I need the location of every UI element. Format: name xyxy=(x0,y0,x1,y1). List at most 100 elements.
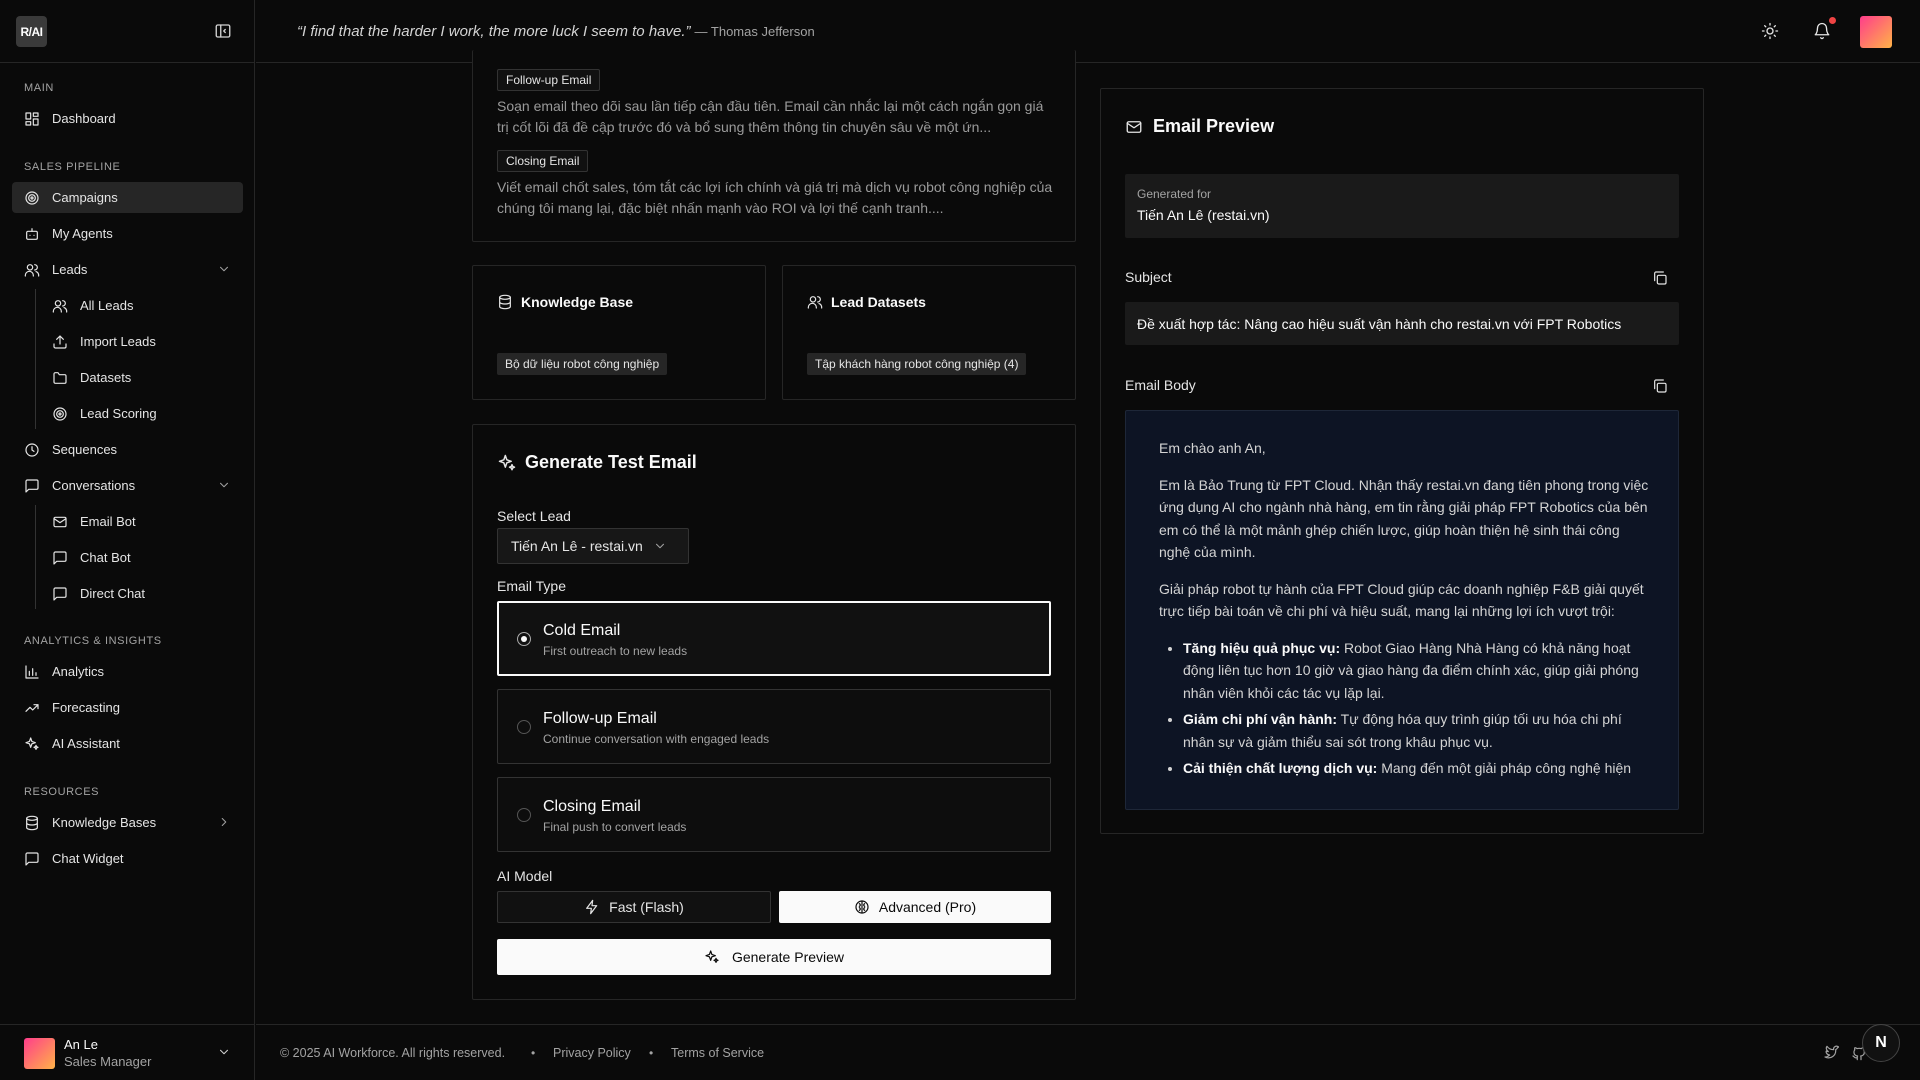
sidebar-item-analytics[interactable]: Analytics xyxy=(12,656,243,687)
avatar xyxy=(24,1038,55,1069)
sidebar-item-dashboard[interactable]: Dashboard xyxy=(12,103,243,134)
button-label: Generate Preview xyxy=(731,949,845,965)
lead-datasets-chip: Tập khách hàng robot công nghiệp (4) xyxy=(807,353,1027,375)
sidebar-item-my-agents[interactable]: My Agents xyxy=(12,218,243,249)
model-advanced-button[interactable]: Advanced (Pro) xyxy=(779,891,1051,923)
sidebar-item-datasets[interactable]: Datasets xyxy=(40,362,243,393)
template-followup-tag[interactable]: Follow-up Email xyxy=(497,69,601,91)
user-menu[interactable]: An Le Sales Manager xyxy=(0,1024,255,1080)
sidebar-item-all-leads[interactable]: All Leads xyxy=(40,290,243,321)
subject-value: Đề xuất hợp tác: Nâng cao hiệu suất vận … xyxy=(1137,315,1622,332)
email-greeting: Em chào anh An, xyxy=(1159,440,1266,456)
copy-icon[interactable] xyxy=(1652,378,1668,394)
user-role: Sales Manager xyxy=(64,1054,152,1069)
option-title: Cold Email xyxy=(543,622,621,639)
chevron-right-icon xyxy=(217,815,231,829)
sidebar-item-leads[interactable]: Leads xyxy=(12,254,243,285)
bar-chart-icon xyxy=(24,664,40,680)
generated-for-value: Tiến An Lê (restai.vn) xyxy=(1137,207,1270,223)
copy-icon[interactable] xyxy=(1652,270,1668,286)
sidebar-item-lead-scoring[interactable]: Lead Scoring xyxy=(40,398,243,429)
sidebar-item-label: My Agents xyxy=(52,226,113,241)
sidebar-item-conversations[interactable]: Conversations xyxy=(12,470,243,501)
lead-datasets-title: Lead Datasets xyxy=(807,294,926,310)
sidebar-item-direct-chat[interactable]: Direct Chat xyxy=(40,578,243,609)
sidebar-item-chat-bot[interactable]: Chat Bot xyxy=(40,542,243,573)
sidebar-item-label: All Leads xyxy=(80,298,134,313)
sidebar-item-forecasting[interactable]: Forecasting xyxy=(12,692,243,723)
chevron-down-icon xyxy=(217,262,231,276)
mail-icon xyxy=(1125,118,1143,136)
section-title-text: Email Preview xyxy=(1153,116,1275,136)
sidebar-item-label: Leads xyxy=(52,262,88,277)
option-subtitle: First outreach to new leads xyxy=(543,644,688,658)
message-square-icon xyxy=(52,550,68,566)
generate-test-email-card: Generate Test Email Select Lead Tiến An … xyxy=(472,424,1076,1000)
template-list-card: Follow-up Email Soạn email theo dõi sau … xyxy=(472,50,1076,242)
select-lead-label: Select Lead xyxy=(497,508,571,524)
privacy-link[interactable]: Privacy Policy xyxy=(553,1046,631,1060)
quote: “I find that the harder I work, the more… xyxy=(297,23,815,40)
section-main-label: Main xyxy=(24,82,54,94)
sidebar-item-campaigns[interactable]: Campaigns xyxy=(12,182,243,213)
template-followup-desc: Soạn email theo dõi sau lần tiếp cận đầu… xyxy=(497,98,1044,135)
email-type-followup[interactable]: Follow-up Email Continue conversation wi… xyxy=(497,689,1051,764)
lead-select[interactable]: Tiến An Lê - restai.vn xyxy=(497,528,689,564)
option-title: Closing Email xyxy=(543,798,641,815)
leads-subnav-line xyxy=(35,289,36,429)
sidebar-toggle-icon[interactable] xyxy=(214,22,232,40)
radio-button[interactable] xyxy=(517,632,531,646)
generated-for-box: Generated for Tiến An Lê (restai.vn) xyxy=(1125,174,1679,238)
bullet-bold: Tăng hiệu quả phục vụ: xyxy=(1183,639,1341,656)
email-body-label: Email Body xyxy=(1125,377,1196,393)
sidebar-item-label: Chat Widget xyxy=(52,851,124,866)
n-badge[interactable]: N xyxy=(1862,1024,1900,1062)
bell-icon[interactable] xyxy=(1813,22,1831,40)
knowledge-base-card: Knowledge Base Bộ dữ liệu robot công ngh… xyxy=(472,265,766,400)
sidebar-item-email-bot[interactable]: Email Bot xyxy=(40,506,243,537)
avatar[interactable] xyxy=(1860,16,1892,48)
sidebar-item-sequences[interactable]: Sequences xyxy=(12,434,243,465)
sidebar-item-import-leads[interactable]: Import Leads xyxy=(40,326,243,357)
sidebar-item-knowledge-bases[interactable]: Knowledge Bases xyxy=(12,807,243,838)
email-type-cold[interactable]: Cold Email First outreach to new leads xyxy=(497,601,1051,676)
notification-badge xyxy=(1829,17,1836,24)
tag-label: Follow-up Email xyxy=(497,69,601,91)
chevron-down-icon xyxy=(217,478,231,492)
message-square-icon xyxy=(24,851,40,867)
model-fast-button[interactable]: Fast (Flash) xyxy=(497,891,771,923)
sidebar-item-label: Knowledge Bases xyxy=(52,815,157,830)
sidebar-header: R/AI xyxy=(0,0,254,63)
radio-button[interactable] xyxy=(517,720,531,734)
email-bullet-list: Tăng hiệu quả phục vụ: Robot Giao Hàng N… xyxy=(1183,637,1649,780)
sidebar-item-ai-assistant[interactable]: AI Assistant xyxy=(12,728,243,759)
lead-select-value: Tiến An Lê - restai.vn xyxy=(511,538,643,554)
radio-button[interactable] xyxy=(517,808,531,822)
message-square-icon xyxy=(52,586,68,602)
quote-author: — Thomas Jefferson xyxy=(694,24,815,39)
card-title-text: Lead Datasets xyxy=(831,294,926,310)
option-title: Follow-up Email xyxy=(543,710,657,727)
sparkles-icon xyxy=(24,736,40,752)
user-name: An Le xyxy=(64,1037,98,1052)
sidebar-item-chat-widget[interactable]: Chat Widget xyxy=(12,843,243,874)
section-title-text: Generate Test Email xyxy=(525,452,697,472)
subject-field[interactable]: Đề xuất hợp tác: Nâng cao hiệu suất vận … xyxy=(1125,302,1679,345)
knowledge-base-title: Knowledge Base xyxy=(497,294,633,310)
clock-icon xyxy=(24,442,40,458)
email-type-closing[interactable]: Closing Email Final push to convert lead… xyxy=(497,777,1051,852)
terms-link[interactable]: Terms of Service xyxy=(671,1046,764,1060)
app-logo[interactable]: R/AI xyxy=(16,16,47,47)
generated-for-label: Generated for xyxy=(1137,187,1212,201)
section-analytics-label: Analytics & Insights xyxy=(24,635,162,647)
email-body-box[interactable]: Em chào anh An, Em là Bảo Trung từ FPT C… xyxy=(1125,410,1679,810)
target-icon xyxy=(24,190,40,206)
generate-preview-button[interactable]: Generate Preview xyxy=(497,939,1051,975)
card-title-text: Knowledge Base xyxy=(521,294,634,310)
template-closing-tag[interactable]: Closing Email xyxy=(497,150,589,172)
sidebar-item-label: Campaigns xyxy=(52,190,118,205)
zap-icon xyxy=(584,899,600,915)
copyright: © 2025 AI Workforce. All rights reserved… xyxy=(280,1046,506,1060)
sun-icon[interactable] xyxy=(1761,22,1779,40)
twitter-icon[interactable] xyxy=(1823,1045,1839,1061)
